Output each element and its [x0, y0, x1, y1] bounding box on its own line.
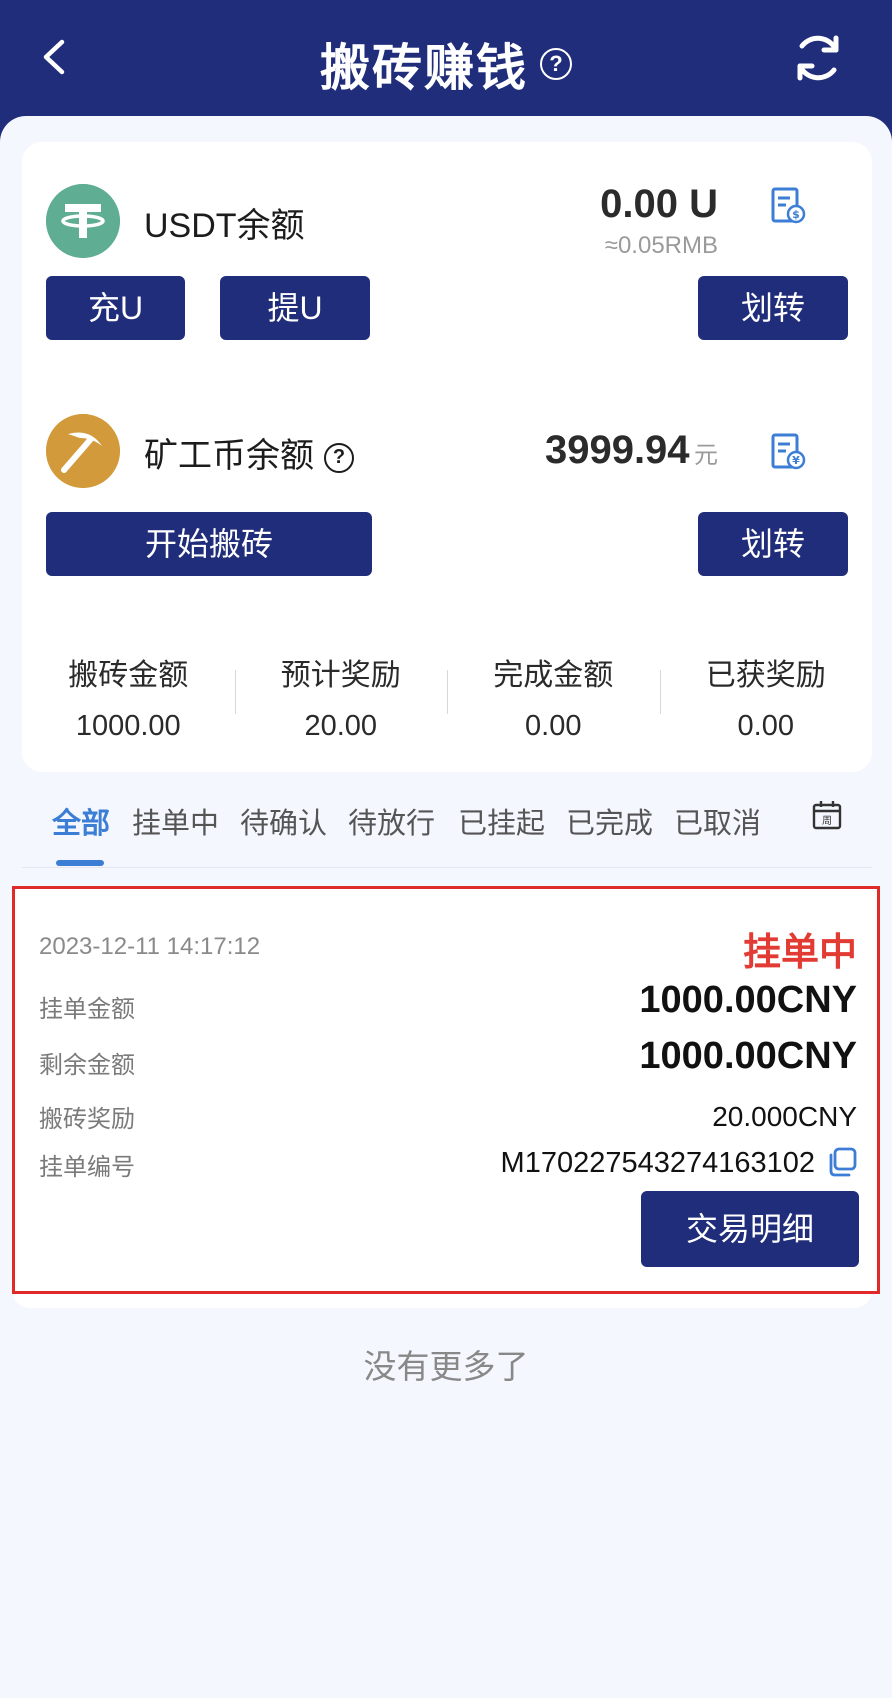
usdt-transfer-button[interactable]: 划转	[698, 276, 848, 340]
miner-balance-label-wrap: 矿工币余额?	[144, 428, 354, 477]
usdt-balance-label: USDT余额	[144, 207, 305, 245]
help-icon[interactable]: ?	[540, 48, 572, 80]
miner-unit: 元	[694, 442, 718, 469]
calendar-icon[interactable]: 周	[812, 800, 842, 830]
calendar-week-label: 周	[822, 815, 832, 827]
tab-completed[interactable]: 已完成	[566, 800, 653, 842]
stat-brick-amount: 搬砖金额 1000.00	[22, 642, 235, 742]
tab-suspended[interactable]: 已挂起	[458, 800, 545, 842]
tab-cancelled[interactable]: 已取消	[674, 800, 761, 842]
order-tabs: 全部 挂单中 待确认 待放行 已挂起 已完成 已取消 周	[22, 790, 872, 868]
title-wrap: 搬砖赚钱?	[0, 28, 892, 100]
tab-pending-order[interactable]: 挂单中	[132, 800, 219, 842]
tab-to-confirm[interactable]: 待确认	[240, 800, 327, 842]
stat-label: 已获奖励	[705, 659, 826, 692]
deposit-u-button[interactable]: 充U	[46, 276, 185, 340]
remaining-amount-value: 1000.00CNY	[639, 1035, 857, 1077]
svg-text:$: $	[792, 208, 800, 221]
stats-row: 搬砖金额 1000.00 预计奖励 20.00 完成金额 0.00 已获奖励 0…	[22, 642, 872, 742]
order-amount-value: 1000.00CNY	[639, 979, 857, 1021]
order-time: 2023-12-11 14:17:12	[39, 933, 261, 960]
page-title: 搬砖赚钱	[320, 40, 528, 96]
miner-record-icon[interactable]: ¥	[770, 432, 806, 472]
tab-to-release[interactable]: 待放行	[348, 800, 435, 842]
stat-earned-reward: 已获奖励 0.00	[659, 642, 873, 742]
copy-icon[interactable]	[827, 1147, 857, 1177]
usdt-amount: 0.00 U	[600, 182, 718, 226]
miner-balance-label: 矿工币余额	[144, 437, 314, 475]
stat-expected-reward: 预计奖励 20.00	[234, 642, 448, 742]
remaining-amount-label: 剩余金额	[39, 1052, 135, 1079]
stat-label: 预计奖励	[280, 659, 401, 692]
usdt-approx-rmb: ≈0.05RMB	[604, 232, 718, 259]
usdt-record-icon[interactable]: $	[770, 186, 806, 226]
stat-completed-amount: 完成金额 0.00	[447, 642, 660, 742]
pickaxe-coin-icon	[46, 414, 120, 488]
stat-value: 20.00	[304, 710, 378, 742]
stat-value: 0.00	[525, 710, 582, 742]
withdraw-u-button[interactable]: 提U	[220, 276, 370, 340]
miner-transfer-button[interactable]: 划转	[698, 512, 848, 576]
miner-amount: 3999.94	[544, 428, 690, 472]
usdt-coin-icon	[46, 184, 120, 258]
stat-label: 完成金额	[493, 659, 614, 692]
order-amount-label: 挂单金额	[39, 996, 135, 1023]
refresh-icon[interactable]	[790, 30, 846, 86]
order-status: 挂单中	[742, 932, 857, 974]
no-more-text: 没有更多了	[363, 1348, 529, 1385]
start-brick-button[interactable]: 开始搬砖	[46, 512, 372, 576]
svg-text:¥: ¥	[792, 454, 800, 467]
order-number-value: M170227543274163102	[500, 1147, 815, 1179]
brick-reward-value: 20.000CNY	[712, 1101, 857, 1132]
trade-detail-button[interactable]: 交易明细	[641, 1191, 859, 1267]
active-tab-indicator	[56, 860, 104, 866]
stat-value: 1000.00	[75, 710, 181, 742]
miner-amount-wrap: 3999.94 元	[545, 428, 718, 473]
stat-value: 0.00	[737, 710, 794, 742]
brick-reward-label: 搬砖奖励	[39, 1106, 135, 1133]
tab-all[interactable]: 全部	[52, 800, 110, 842]
order-card[interactable]: 2023-12-11 14:17:12 挂单中 挂单金额 1000.00CNY …	[12, 886, 880, 1294]
miner-help-icon[interactable]: ?	[324, 443, 354, 474]
order-number-label: 挂单编号	[39, 1154, 135, 1181]
stat-label: 搬砖金额	[68, 659, 189, 692]
balance-card: USDT余额 0.00 U ≈0.05RMB $ 充U 提U 划转 矿工币余额?…	[22, 142, 872, 772]
